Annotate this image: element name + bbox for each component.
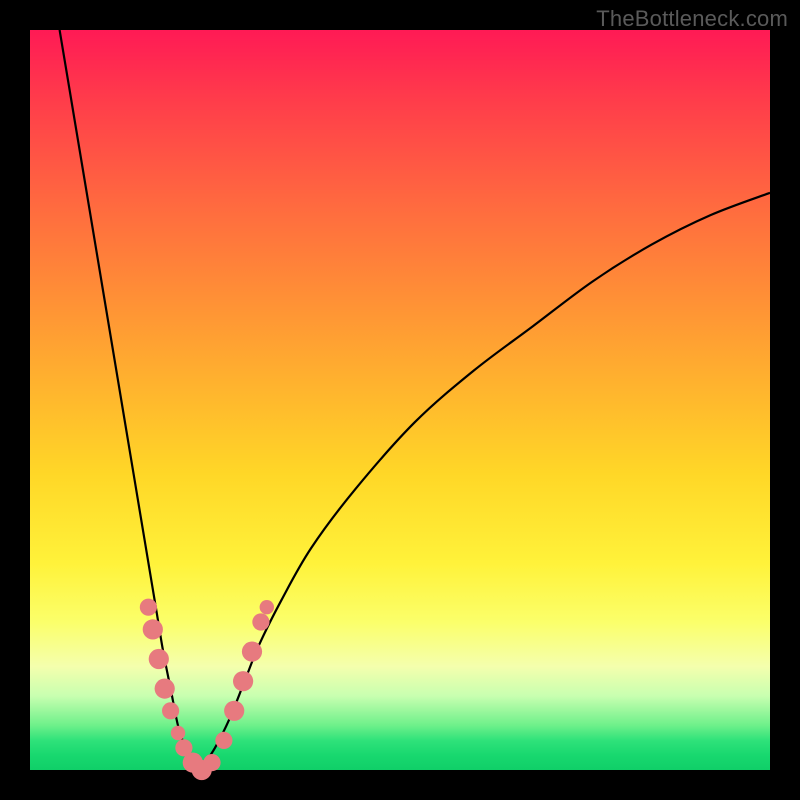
curve-right-branch bbox=[200, 193, 770, 770]
marker-dot bbox=[233, 671, 253, 691]
marker-dot bbox=[252, 613, 269, 630]
marker-dot bbox=[162, 702, 179, 719]
marker-dot bbox=[242, 642, 262, 662]
vertex-markers bbox=[140, 599, 274, 781]
marker-dot bbox=[203, 754, 220, 771]
watermark-text: TheBottleneck.com bbox=[596, 6, 788, 32]
curve-layer bbox=[30, 30, 770, 770]
marker-dot bbox=[224, 701, 244, 721]
marker-dot bbox=[143, 619, 163, 639]
marker-dot bbox=[155, 679, 175, 699]
marker-dot bbox=[171, 726, 185, 740]
marker-dot bbox=[140, 599, 157, 616]
marker-dot bbox=[149, 649, 169, 669]
marker-dot bbox=[260, 600, 274, 614]
curve-left-branch bbox=[60, 30, 201, 770]
plot-area bbox=[30, 30, 770, 770]
chart-frame: TheBottleneck.com bbox=[0, 0, 800, 800]
marker-dot bbox=[215, 732, 232, 749]
